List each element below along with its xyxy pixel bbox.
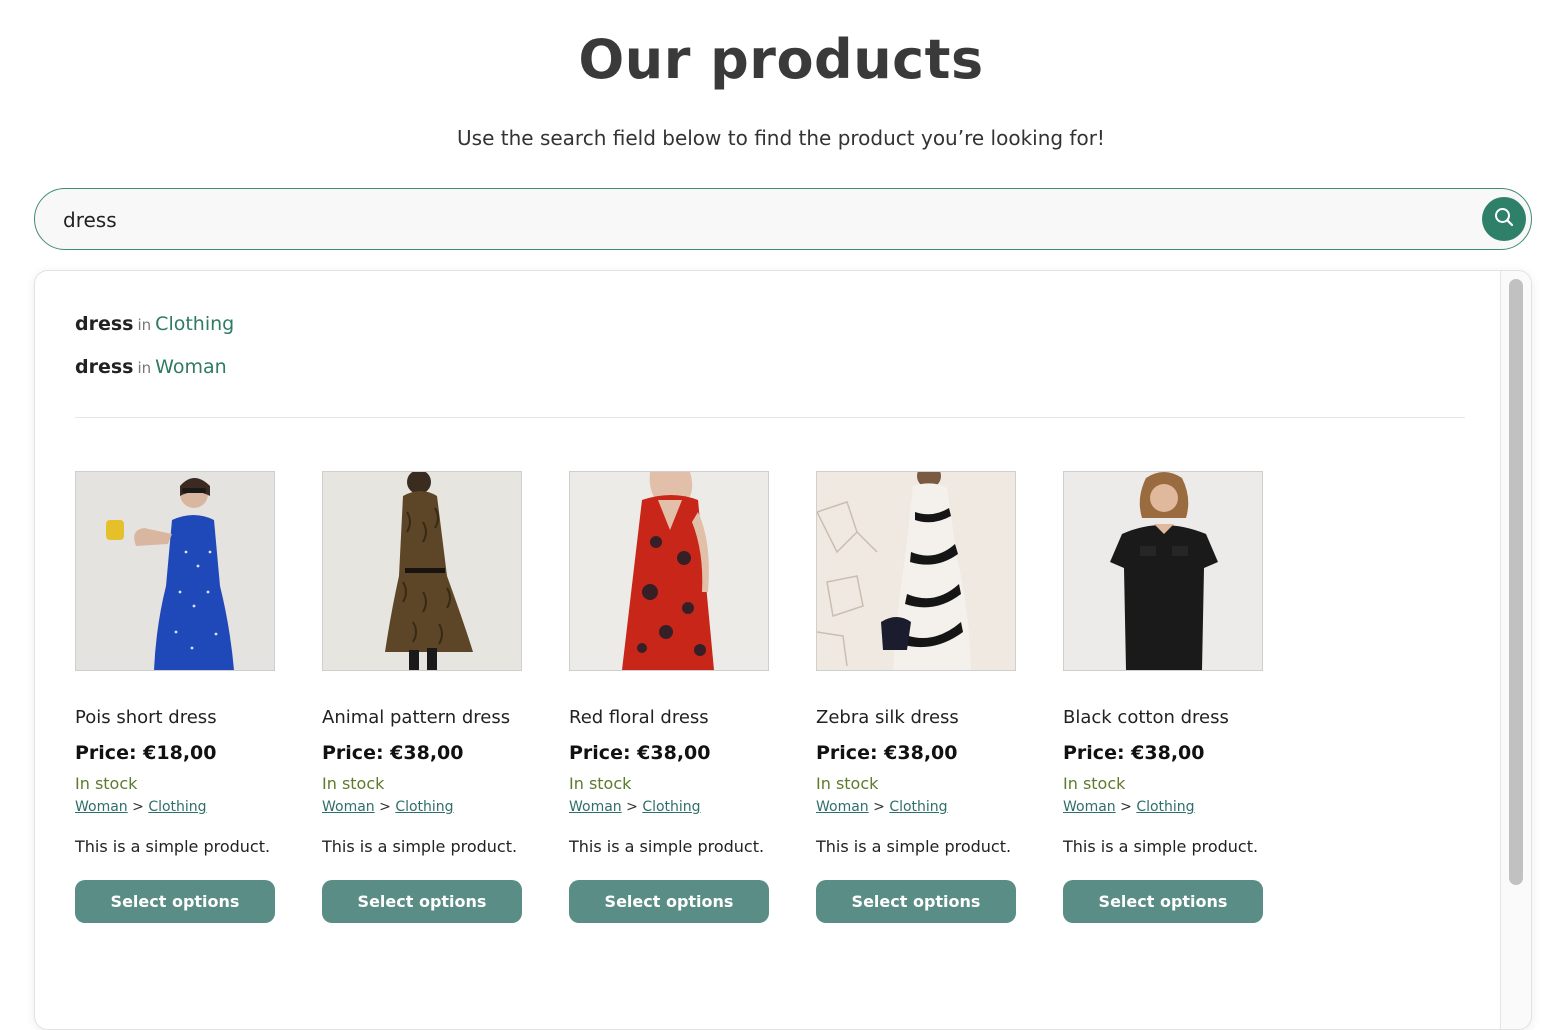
product-price: Price: €38,00	[1063, 742, 1205, 764]
search-input[interactable]	[61, 201, 1445, 239]
category-link-woman[interactable]: Woman	[816, 799, 869, 815]
suggestion-category: Woman	[155, 356, 227, 378]
product-description: This is a simple product.	[322, 837, 518, 856]
search-button[interactable]	[1482, 197, 1526, 241]
select-options-button[interactable]: Select options	[1063, 880, 1263, 923]
search-icon	[1492, 205, 1516, 233]
stock-status: In stock	[75, 774, 138, 793]
category-separator: >	[626, 799, 638, 815]
category-link-woman[interactable]: Woman	[75, 799, 128, 815]
product-price: Price: €38,00	[816, 742, 958, 764]
category-separator: >	[1120, 799, 1132, 815]
product-categories: Woman > Clothing	[569, 799, 769, 815]
category-link-clothing[interactable]: Clothing	[1136, 799, 1194, 815]
product-description: This is a simple product.	[1063, 837, 1259, 856]
product-price: Price: €38,00	[569, 742, 711, 764]
category-link-clothing[interactable]: Clothing	[642, 799, 700, 815]
page-title: Our products	[578, 28, 984, 91]
product-description: This is a simple product.	[75, 837, 271, 856]
suggestion-in-label: in	[137, 316, 152, 334]
product-card: Pois short dress Price: €18,00 In stock …	[75, 471, 275, 923]
product-card: Zebra silk dress Price: €38,00 In stock …	[816, 471, 1016, 923]
product-image[interactable]	[75, 471, 275, 671]
product-categories: Woman > Clothing	[75, 799, 275, 815]
scrollbar-thumb[interactable]	[1509, 279, 1523, 885]
product-name[interactable]: Red floral dress	[569, 707, 769, 728]
suggestion-woman[interactable]: dress in Woman	[75, 356, 227, 378]
page-subtitle: Use the search field below to find the p…	[457, 126, 1105, 150]
product-categories: Woman > Clothing	[322, 799, 522, 815]
product-card: Animal pattern dress Price: €38,00 In st…	[322, 471, 522, 923]
search-bar	[34, 188, 1532, 250]
scrollbar-track[interactable]	[1500, 271, 1531, 1029]
select-options-button[interactable]: Select options	[569, 880, 769, 923]
product-name[interactable]: Zebra silk dress	[816, 707, 1016, 728]
category-separator: >	[379, 799, 391, 815]
product-image[interactable]	[1063, 471, 1263, 671]
stock-status: In stock	[322, 774, 385, 793]
category-link-woman[interactable]: Woman	[569, 799, 622, 815]
product-image[interactable]	[322, 471, 522, 671]
stock-status: In stock	[1063, 774, 1126, 793]
category-link-clothing[interactable]: Clothing	[889, 799, 947, 815]
product-card: Black cotton dress Price: €38,00 In stoc…	[1063, 471, 1263, 923]
product-categories: Woman > Clothing	[1063, 799, 1263, 815]
category-separator: >	[873, 799, 885, 815]
product-price: Price: €38,00	[322, 742, 464, 764]
search-results-panel: dress in Clothing dress in Woman Pois sh…	[34, 270, 1532, 1030]
select-options-button[interactable]: Select options	[75, 880, 275, 923]
select-options-button[interactable]: Select options	[816, 880, 1016, 923]
stock-status: In stock	[816, 774, 879, 793]
select-options-button[interactable]: Select options	[322, 880, 522, 923]
product-name[interactable]: Animal pattern dress	[322, 707, 522, 728]
product-image[interactable]	[816, 471, 1016, 671]
category-link-woman[interactable]: Woman	[322, 799, 375, 815]
category-separator: >	[132, 799, 144, 815]
product-description: This is a simple product.	[816, 837, 1012, 856]
suggestion-term: dress	[75, 313, 134, 335]
product-description: This is a simple product.	[569, 837, 765, 856]
suggestion-category: Clothing	[155, 313, 235, 335]
product-categories: Woman > Clothing	[816, 799, 1016, 815]
category-link-clothing[interactable]: Clothing	[395, 799, 453, 815]
category-link-clothing[interactable]: Clothing	[148, 799, 206, 815]
product-card: Red floral dress Price: €38,00 In stock …	[569, 471, 769, 923]
product-image[interactable]	[569, 471, 769, 671]
suggestion-term: dress	[75, 356, 134, 378]
product-price: Price: €18,00	[75, 742, 217, 764]
stock-status: In stock	[569, 774, 632, 793]
suggestion-in-label: in	[137, 359, 152, 377]
divider	[75, 417, 1465, 418]
product-name[interactable]: Black cotton dress	[1063, 707, 1263, 728]
category-link-woman[interactable]: Woman	[1063, 799, 1116, 815]
suggestion-clothing[interactable]: dress in Clothing	[75, 313, 234, 335]
product-name[interactable]: Pois short dress	[75, 707, 275, 728]
